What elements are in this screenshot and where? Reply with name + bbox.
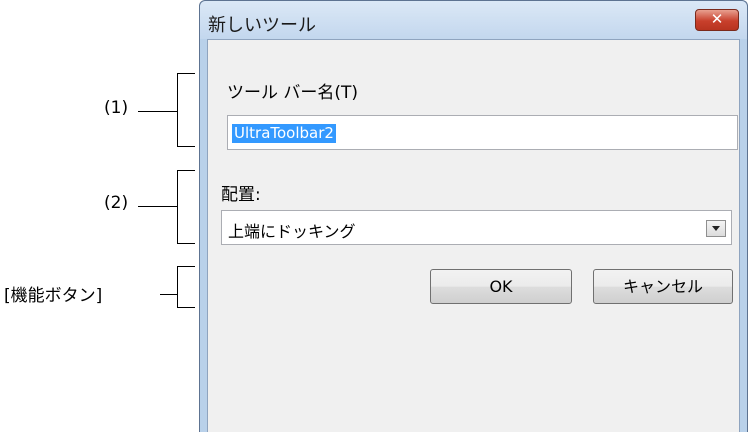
toolbar-name-label: ツール バー名(T) xyxy=(227,83,359,103)
toolbar-name-input[interactable]: UltraToolbar2 xyxy=(227,115,738,150)
close-button[interactable]: ✕ xyxy=(695,9,739,31)
dropdown-arrow-icon[interactable] xyxy=(706,220,726,237)
annotation-label-1: (1) xyxy=(104,98,129,118)
annotation-line-buttons xyxy=(160,294,178,295)
annotation-line-2 xyxy=(138,206,178,207)
annotation-line-1 xyxy=(138,111,178,112)
position-selected-value: 上端にドッキング xyxy=(228,222,356,241)
ok-button[interactable]: OK xyxy=(430,269,572,304)
new-tool-dialog: 新しいツール ✕ ツール バー名(T) UltraToolbar2 配置: 上端… xyxy=(199,0,748,432)
toolbar-name-value: UltraToolbar2 xyxy=(232,124,336,143)
dialog-client-area: ツール バー名(T) UltraToolbar2 配置: 上端にドッキング OK… xyxy=(207,39,740,432)
dialog-title: 新しいツール xyxy=(208,15,316,36)
annotation-bracket-buttons xyxy=(177,266,195,308)
annotation-label-buttons: [機能ボタン] xyxy=(4,286,103,306)
dialog-titlebar[interactable]: 新しいツール ✕ xyxy=(200,1,747,39)
annotation-label-2: (2) xyxy=(104,193,129,213)
close-icon: ✕ xyxy=(710,10,724,28)
cancel-button[interactable]: キャンセル xyxy=(593,269,733,304)
annotation-bracket-2 xyxy=(177,170,195,244)
position-label: 配置: xyxy=(221,185,261,205)
annotation-bracket-1 xyxy=(177,73,195,147)
position-select[interactable]: 上端にドッキング xyxy=(221,210,732,245)
